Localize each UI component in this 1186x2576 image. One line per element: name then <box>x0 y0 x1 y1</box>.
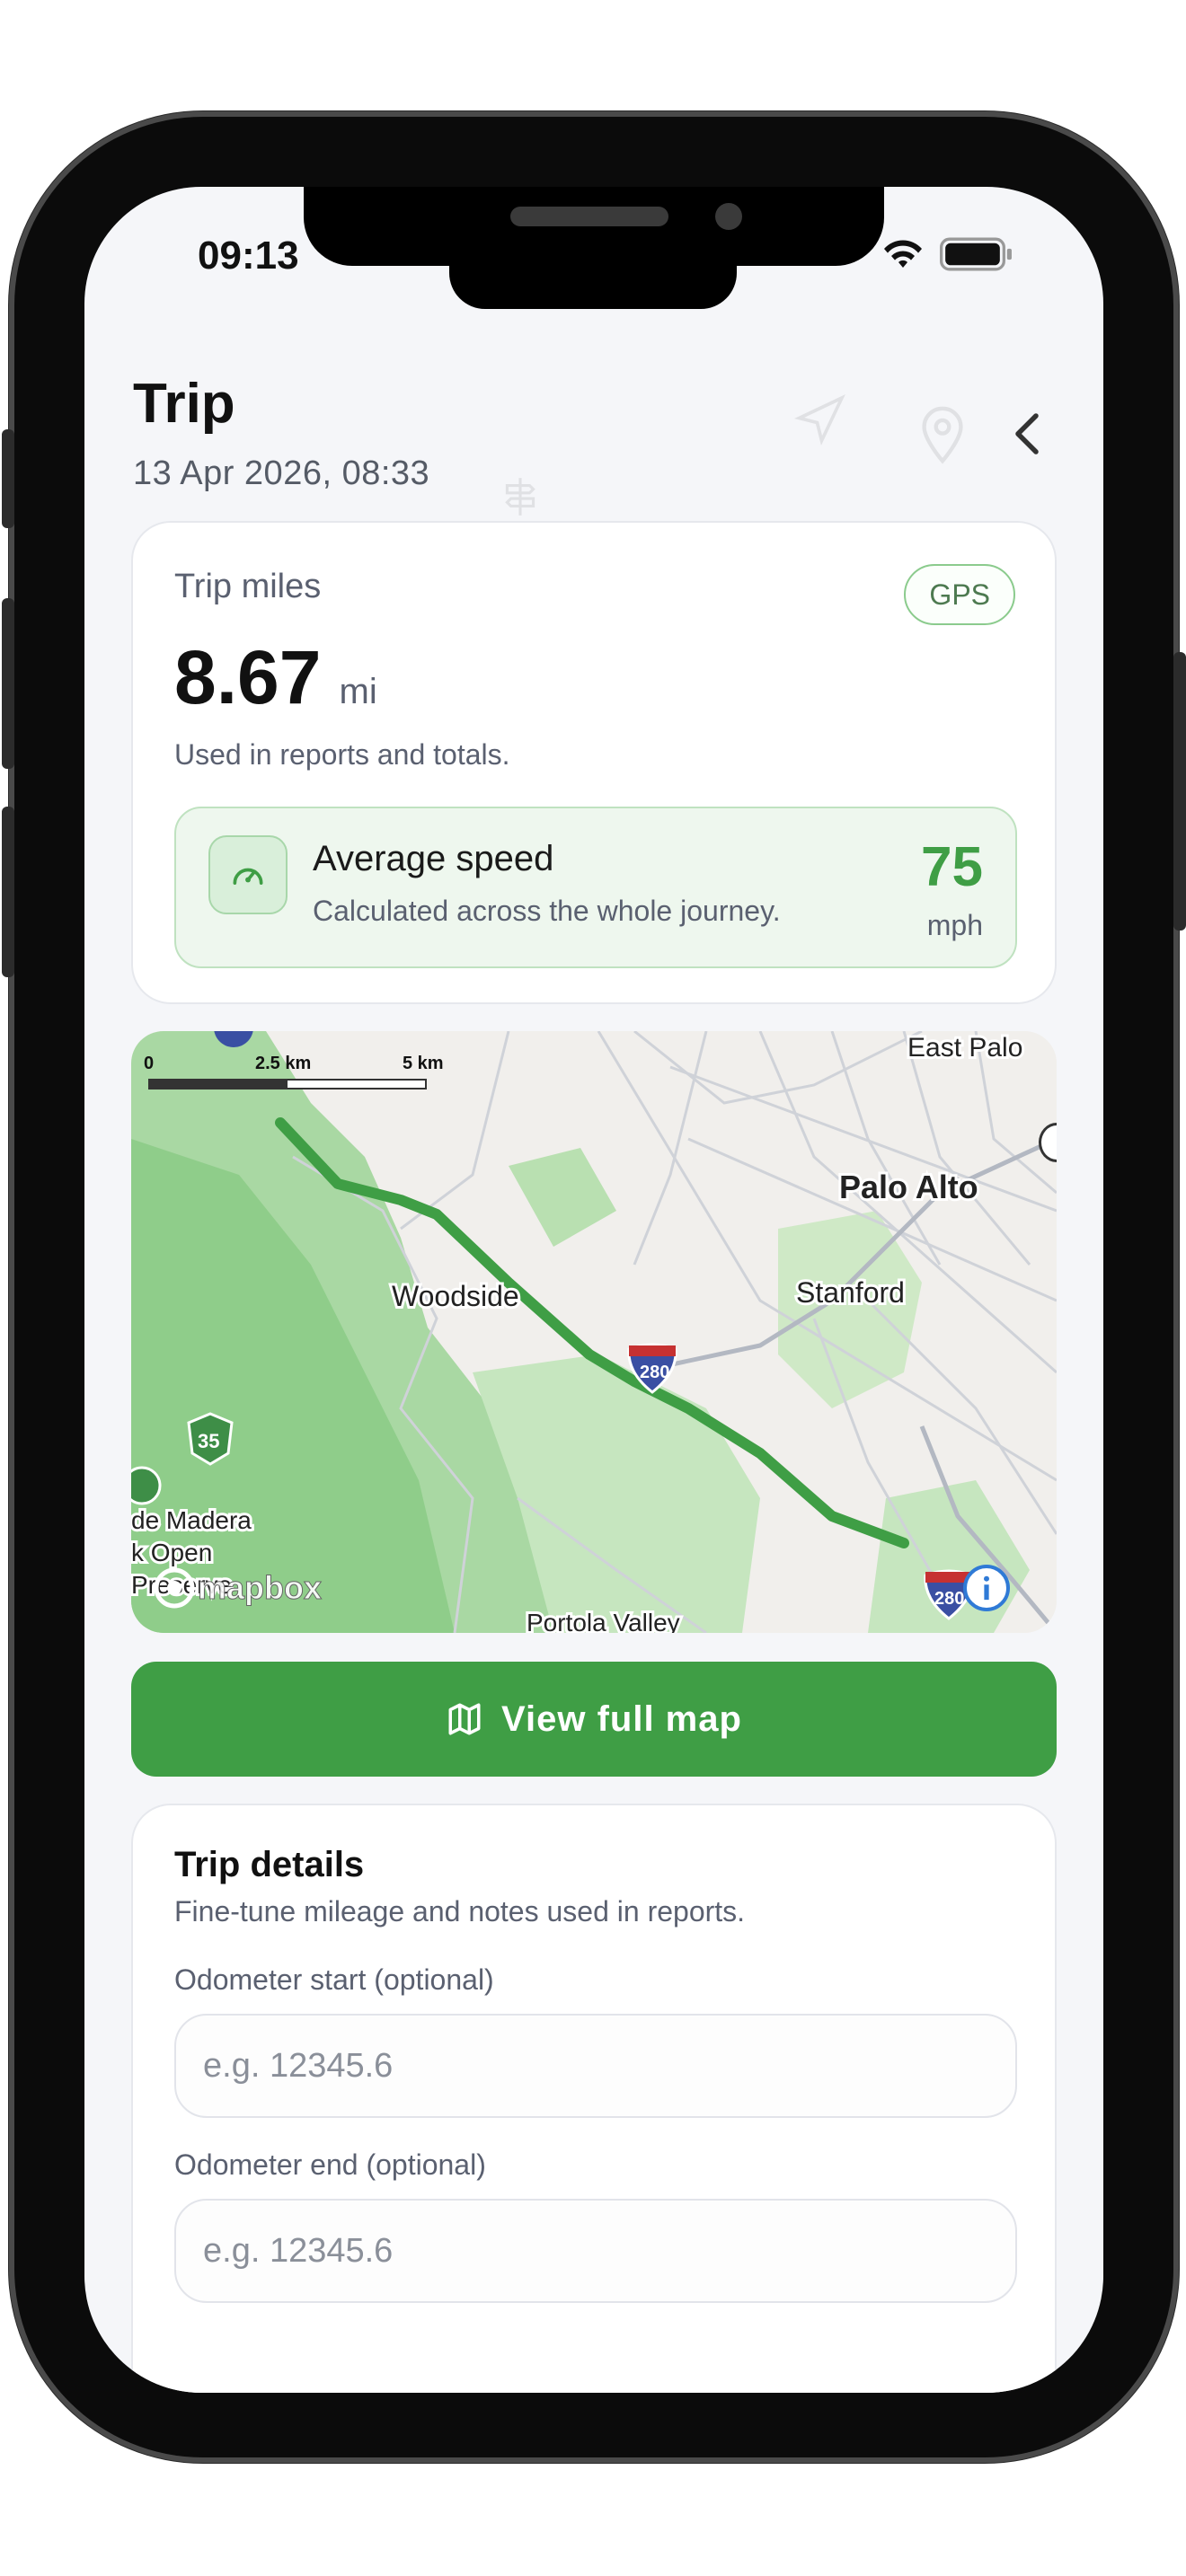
map-icon <box>448 1703 481 1735</box>
miles-number: 8.67 <box>174 635 322 719</box>
miles-note: Used in reports and totals. <box>174 738 510 771</box>
map-info-button[interactable] <box>963 1565 1010 1611</box>
screen: 09:13 Trip 13 Apr 2026, 08:33 Trip miles… <box>84 187 1103 2393</box>
chevron-left-icon <box>1015 413 1039 454</box>
scale-label-2-5km: 2.5 km <box>255 1054 311 1073</box>
odometer-end-label: Odometer end (optional) <box>174 2148 486 2181</box>
svg-text:35: 35 <box>198 1430 219 1452</box>
average-speed-panel: Average speed Calculated across the whol… <box>174 807 1017 968</box>
power-button <box>1173 652 1186 931</box>
label-portola-valley: Portola Valley <box>527 1609 680 1633</box>
average-speed-unit: mph <box>926 909 983 941</box>
volume-up-button <box>2 598 14 769</box>
odometer-start-label: Odometer start (optional) <box>174 1963 494 1996</box>
odometer-start-input[interactable] <box>174 2014 1017 2118</box>
miles-unit: mi <box>339 672 377 711</box>
trip-miles-card: Trip miles GPS 8.67 mi Used in reports an… <box>131 521 1057 1004</box>
svg-text:mapbox: mapbox <box>198 1569 322 1606</box>
front-camera <box>715 203 742 230</box>
average-speed-subtitle: Calculated across the whole journey. <box>313 895 781 927</box>
scale-label-5km: 5 km <box>403 1054 444 1073</box>
label-woodside: Woodside <box>392 1280 519 1312</box>
label-madera-2: k Open <box>131 1539 212 1566</box>
map-canvas: 0 2.5 km 5 km East Palo Palo Alto Woodsi… <box>131 1031 1057 1633</box>
navigation-icon <box>793 394 845 446</box>
speaker <box>510 207 668 226</box>
svg-text:280: 280 <box>934 1589 964 1609</box>
mute-switch <box>2 429 14 528</box>
trip-miles-value: 8.67 mi <box>174 634 377 721</box>
label-east-palo: East Palo <box>907 1033 1022 1063</box>
speedometer-icon <box>208 835 288 914</box>
map-scale-bar <box>148 1079 427 1090</box>
route-35-shield: 35 <box>187 1412 234 1466</box>
gps-badge: GPS <box>904 564 1015 625</box>
label-madera-1: de Madera <box>131 1506 252 1534</box>
trip-details-card: Trip details Fine-tune mileage and notes… <box>131 1804 1057 2393</box>
scale-label-0: 0 <box>144 1054 154 1073</box>
back-button[interactable] <box>996 402 1058 465</box>
average-speed-title: Average speed <box>313 839 554 878</box>
wifi-icon <box>884 240 922 268</box>
status-icons <box>881 237 1013 271</box>
status-time: 09:13 <box>198 234 299 278</box>
volume-down-button <box>2 807 14 977</box>
label-palo-alto: Palo Alto <box>839 1169 978 1205</box>
route-map[interactable]: 0 2.5 km 5 km East Palo Palo Alto Woodsi… <box>131 1031 1057 1633</box>
battery-icon <box>940 237 1012 271</box>
odometer-end-input[interactable] <box>174 2199 1017 2303</box>
signpost-icon <box>505 478 535 516</box>
trip-details-title: Trip details <box>174 1845 365 1884</box>
trip-datetime: 13 Apr 2026, 08:33 <box>133 454 430 492</box>
turn-sign-icon <box>131 1466 162 1505</box>
view-full-map-button[interactable]: View full map <box>131 1662 1057 1777</box>
location-pin-icon <box>922 406 963 464</box>
trip-details-subtitle: Fine-tune mileage and notes used in repo… <box>174 1895 746 1928</box>
view-full-map-label: View full map <box>501 1698 742 1739</box>
trip-miles-label: Trip miles <box>174 568 322 605</box>
average-speed-value: 75 <box>921 836 983 898</box>
page-title: Trip <box>133 373 235 435</box>
notch-lower <box>449 241 737 309</box>
svg-text:280: 280 <box>640 1363 669 1382</box>
label-stanford: Stanford <box>796 1276 905 1309</box>
info-icon <box>984 1575 989 1601</box>
